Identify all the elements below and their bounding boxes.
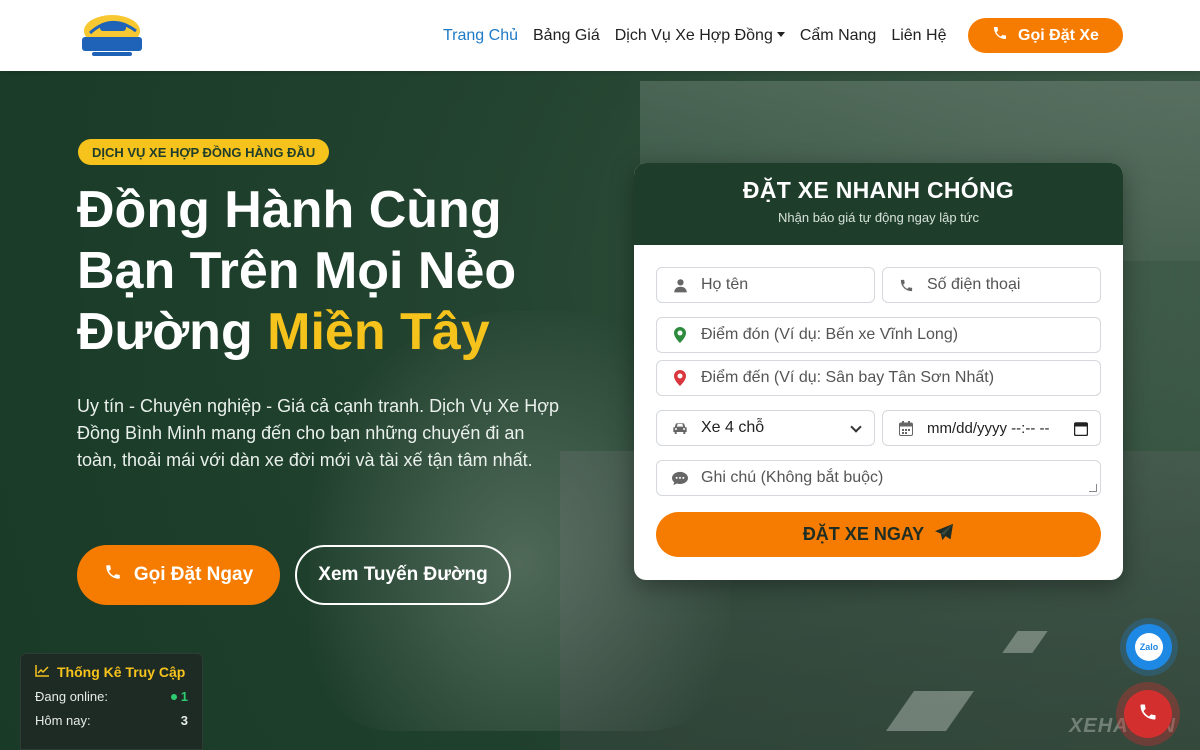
call-now-label: Gọi Đặt Ngay bbox=[133, 564, 254, 585]
dropoff-placeholder: Điểm đến (Ví dụ: Sân bay Tân Sơn Nhất) bbox=[701, 369, 995, 386]
site-logo[interactable] bbox=[78, 11, 146, 59]
zalo-chat-button[interactable]: Zalo bbox=[1126, 624, 1172, 670]
call-booking-button[interactable]: Gọi Đặt Xe bbox=[968, 18, 1123, 53]
phone-icon bbox=[1138, 702, 1158, 727]
phone-icon bbox=[992, 25, 1008, 46]
stats-title: Thống Kê Truy Cập bbox=[57, 664, 186, 680]
stats-header: Thống Kê Truy Cập bbox=[35, 664, 188, 680]
phone-icon bbox=[897, 276, 915, 294]
hero-title-line-3: Đường Miền Tây bbox=[77, 302, 597, 363]
nav-contact[interactable]: Liên Hệ bbox=[891, 27, 946, 45]
hero-title-line-1: Đồng Hành Cùng bbox=[77, 181, 502, 239]
nav-guide[interactable]: Cẩm Nang bbox=[800, 27, 876, 45]
call-booking-label: Gọi Đặt Xe bbox=[1018, 26, 1099, 44]
calendar-picker-icon[interactable] bbox=[1073, 421, 1089, 441]
chevron-down-icon bbox=[776, 31, 785, 37]
online-count: 1 bbox=[180, 689, 188, 704]
phone-icon bbox=[104, 563, 122, 587]
visitor-stats-widget: Thống Kê Truy Cập Đang online: 1 Hôm nay… bbox=[20, 653, 203, 750]
submit-booking-button[interactable]: ĐẶT XE NGAY bbox=[656, 512, 1101, 557]
note-field[interactable]: Ghi chú (Không bắt buộc) bbox=[656, 460, 1101, 496]
car-icon bbox=[671, 419, 689, 437]
nav-home[interactable]: Trang Chủ bbox=[443, 27, 518, 45]
call-now-button[interactable]: Gọi Đặt Ngay bbox=[77, 545, 280, 605]
online-dot-icon bbox=[170, 694, 177, 700]
chevron-down-icon bbox=[850, 421, 862, 433]
booking-form: ĐẶT XE NHANH CHÓNG Nhận báo giá tự động … bbox=[634, 163, 1123, 580]
name-placeholder: Họ tên bbox=[701, 276, 749, 293]
dropoff-field[interactable]: Điểm đến (Ví dụ: Sân bay Tân Sơn Nhất) bbox=[656, 360, 1101, 396]
online-label: Đang online: bbox=[35, 689, 108, 704]
calendar-icon bbox=[897, 419, 915, 437]
submit-booking-label: ĐẶT XE NGAY bbox=[802, 524, 925, 544]
pickup-placeholder: Điểm đón (Ví dụ: Bến xe Vĩnh Long) bbox=[701, 326, 959, 343]
hero-title: Đồng Hành Cùng Bạn Trên Mọi Nẻo Đường Mi… bbox=[77, 180, 597, 363]
datetime-field[interactable]: mm/dd/yyyy --:-- -- bbox=[882, 410, 1101, 446]
booking-header: ĐẶT XE NHANH CHÓNG Nhận báo giá tự động … bbox=[634, 163, 1123, 245]
vehicle-select[interactable]: Xe 4 chỗ bbox=[656, 410, 875, 446]
floating-call-button[interactable] bbox=[1124, 690, 1172, 738]
stats-online-row: Đang online: 1 bbox=[35, 689, 188, 704]
hero-title-line-2: Bạn Trên Mọi Nẻo bbox=[77, 242, 517, 300]
online-value: 1 bbox=[170, 689, 188, 704]
booking-title: ĐẶT XE NHANH CHÓNG bbox=[742, 177, 1015, 203]
pickup-field[interactable]: Điểm đón (Ví dụ: Bến xe Vĩnh Long) bbox=[656, 317, 1101, 353]
today-label: Hôm nay: bbox=[35, 713, 91, 728]
paper-plane-icon bbox=[934, 523, 954, 546]
today-value: 3 bbox=[180, 713, 188, 728]
main-nav: Trang Chủ Bảng Giá Dịch Vụ Xe Hợp Đồng C… bbox=[443, 0, 961, 71]
datetime-placeholder: mm/dd/yyyy --:-- -- bbox=[927, 419, 1050, 437]
phone-field[interactable]: Số điện thoại bbox=[882, 267, 1101, 303]
booking-subtitle: Nhận báo giá tự động ngay lập tức bbox=[778, 210, 979, 225]
phone-placeholder: Số điện thoại bbox=[927, 276, 1021, 293]
comment-icon bbox=[671, 469, 689, 487]
textarea-resize-handle[interactable] bbox=[1089, 484, 1097, 492]
nav-services[interactable]: Dịch Vụ Xe Hợp Đồng bbox=[615, 27, 785, 45]
name-field[interactable]: Họ tên bbox=[656, 267, 875, 303]
nav-services-label: Dịch Vụ Xe Hợp Đồng bbox=[614, 26, 773, 44]
hero-title-plain: Đường bbox=[77, 303, 268, 361]
vehicle-selected-value: Xe 4 chỗ bbox=[701, 419, 765, 436]
hero-title-highlight: Miền Tây bbox=[267, 303, 490, 361]
navbar: Trang Chủ Bảng Giá Dịch Vụ Xe Hợp Đồng C… bbox=[0, 0, 1200, 71]
hero-badge: DỊCH VỤ XE HỢP ĐỒNG HÀNG ĐẦU bbox=[78, 139, 330, 165]
note-placeholder: Ghi chú (Không bắt buộc) bbox=[701, 469, 884, 486]
nav-pricing[interactable]: Bảng Giá bbox=[533, 27, 600, 45]
user-icon bbox=[671, 276, 689, 294]
zalo-icon: Zalo bbox=[1135, 633, 1163, 661]
hero-description: Uy tín - Chuyên nghiệp - Giá cả cạnh tra… bbox=[77, 396, 560, 470]
stats-today-row: Hôm nay: 3 bbox=[35, 713, 188, 728]
map-pin-red-icon bbox=[671, 369, 689, 387]
map-pin-green-icon bbox=[671, 326, 689, 344]
line-chart-icon bbox=[35, 664, 49, 680]
view-routes-button[interactable]: Xem Tuyến Đường bbox=[295, 545, 511, 605]
